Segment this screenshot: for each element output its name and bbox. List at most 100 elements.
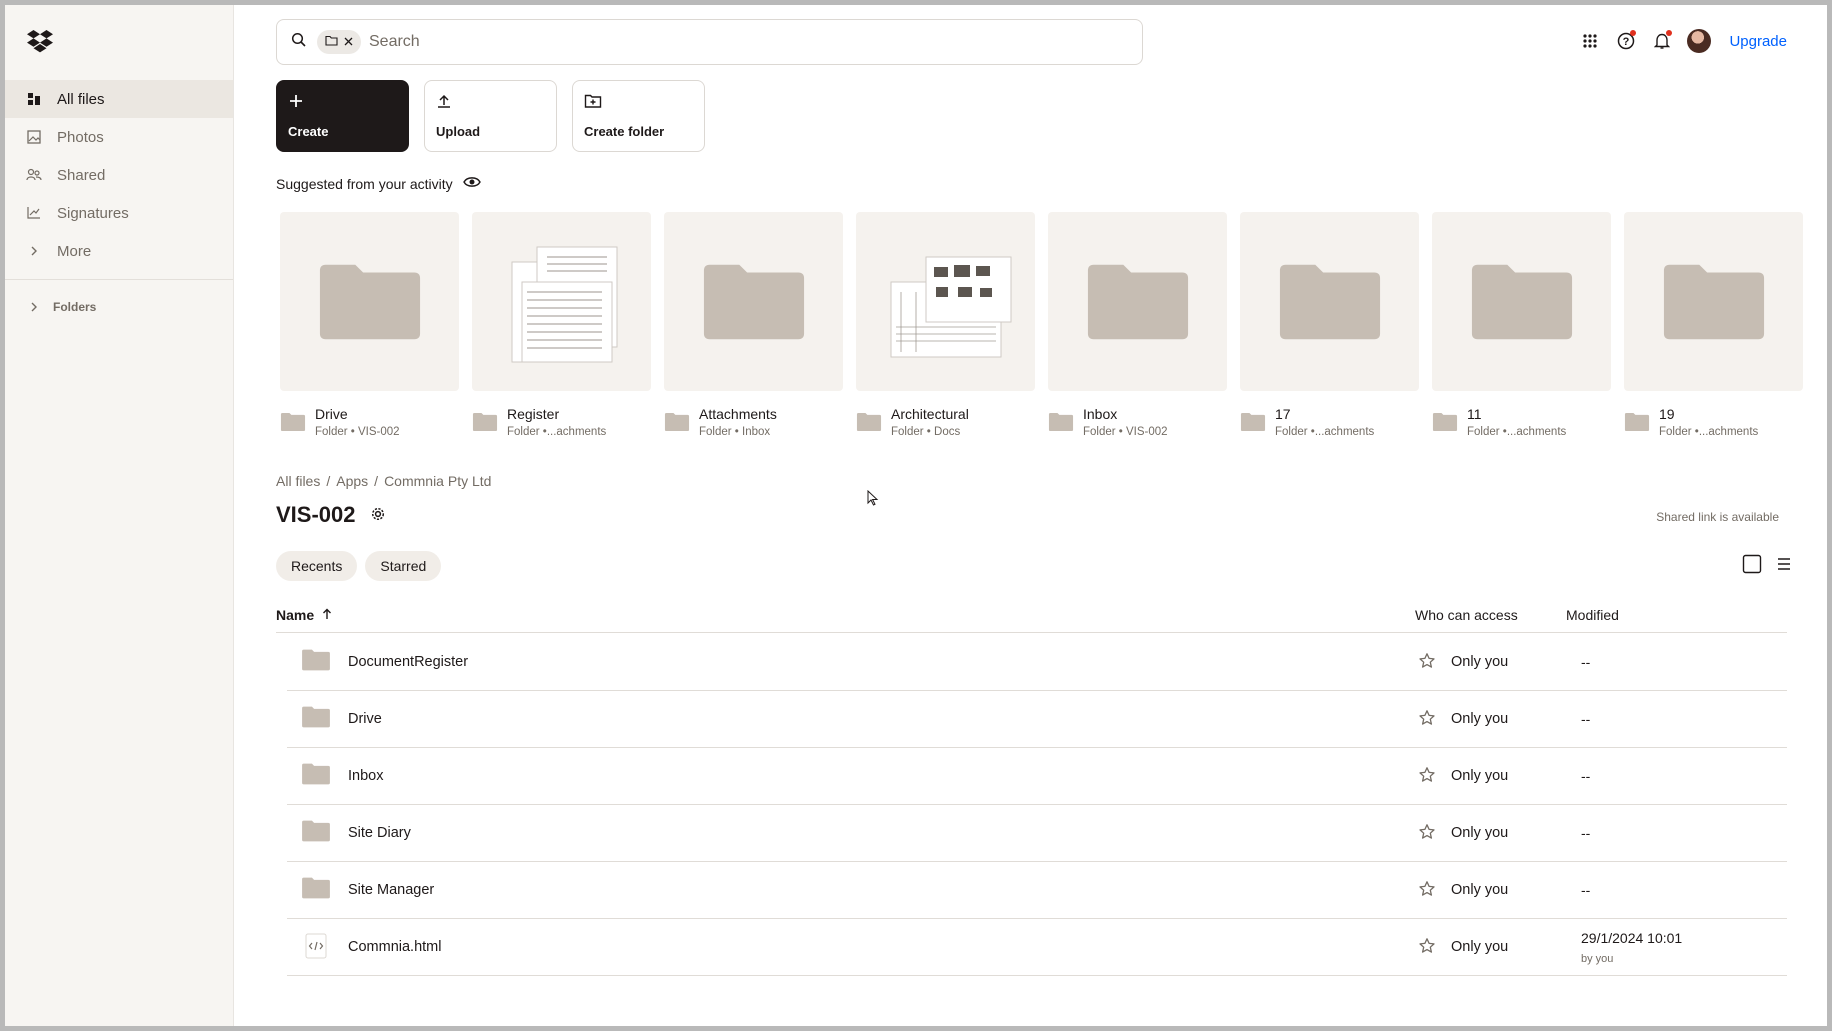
view-toggles — [1742, 554, 1792, 579]
chevron-right-icon — [25, 242, 43, 260]
file-preview-thumbnail — [856, 212, 1035, 391]
suggested-card[interactable]: Architectural Folder • Docs — [856, 212, 1035, 438]
sidebar-item-label: More — [57, 242, 92, 260]
file-name[interactable]: Inbox — [348, 768, 383, 784]
starred-filter[interactable]: Starred — [365, 551, 442, 581]
table-row[interactable]: Commnia.html Only you 29/1/2024 10:01 by… — [287, 919, 1787, 976]
suggested-card[interactable]: 17 Folder •...achments — [1240, 212, 1419, 438]
table-row[interactable]: DocumentRegister Only you -- — [287, 634, 1787, 691]
suggested-card[interactable]: Drive Folder • VIS-002 — [280, 212, 459, 438]
sidebar-item-photos[interactable]: Photos — [5, 118, 233, 156]
star-icon[interactable] — [1418, 709, 1436, 727]
upload-button[interactable]: Upload — [424, 80, 557, 152]
eye-icon[interactable] — [462, 175, 481, 192]
folder-thumbnail — [1624, 212, 1803, 391]
suggested-section-title: Suggested from your activity — [276, 175, 481, 192]
file-name[interactable]: Site Manager — [348, 882, 434, 898]
folder-icon — [325, 33, 338, 51]
file-name[interactable]: Site Diary — [348, 825, 411, 841]
breadcrumb-item[interactable]: Commnia Pty Ltd — [384, 473, 491, 489]
suggested-card[interactable]: Attachments Folder • Inbox — [664, 212, 843, 438]
card-location: Folder • VIS-002 — [315, 426, 400, 438]
sidebar: All files Photos Shared Signatures More … — [5, 5, 234, 1026]
name-column-header[interactable]: Name — [276, 607, 332, 623]
upgrade-link[interactable]: Upgrade — [1729, 33, 1787, 50]
sidebar-item-label: Shared — [57, 166, 106, 184]
star-icon[interactable] — [1418, 823, 1436, 841]
filter-pills: Recents Starred — [276, 551, 442, 581]
suggested-card[interactable]: 11 Folder •...achments — [1432, 212, 1611, 438]
card-meta: 19 Folder •...achments — [1624, 406, 1803, 438]
table-header: Name Who can access Modified — [276, 601, 1787, 633]
card-location: Folder •...achments — [1275, 426, 1375, 438]
sidebar-item-signatures[interactable]: Signatures — [5, 194, 233, 232]
sidebar-item-label: Signatures — [57, 204, 129, 222]
avatar[interactable] — [1687, 29, 1712, 53]
file-name[interactable]: Commnia.html — [348, 939, 441, 955]
file-name[interactable]: Drive — [348, 711, 382, 727]
sidebar-item-all-files[interactable]: All files — [5, 80, 233, 118]
breadcrumb-separator: / — [374, 473, 379, 489]
shared-link-status[interactable]: Shared link is available — [1656, 510, 1779, 524]
folders-label: Folders — [53, 300, 97, 314]
star-icon[interactable] — [1418, 652, 1436, 670]
access-column-header[interactable]: Who can access — [1415, 607, 1518, 623]
access-level: Only you — [1451, 768, 1509, 784]
access-level: Only you — [1451, 711, 1509, 727]
header-toolbar: ? Upgrade — [1579, 29, 1787, 53]
card-meta: 11 Folder •...achments — [1432, 406, 1611, 438]
star-icon[interactable] — [1418, 766, 1436, 784]
recents-filter[interactable]: Recents — [276, 551, 358, 581]
app-grid-icon[interactable] — [1579, 30, 1601, 52]
folder-icon — [1432, 412, 1458, 432]
search-bar[interactable] — [276, 19, 1143, 65]
folder-plus-icon — [584, 93, 693, 114]
folder-icon — [301, 705, 331, 731]
help-icon[interactable]: ? — [1615, 30, 1637, 52]
signatures-icon — [25, 204, 43, 222]
sidebar-item-shared[interactable]: Shared — [5, 156, 233, 194]
suggested-card[interactable]: Register Folder •...achments — [472, 212, 651, 438]
sort-ascending-icon — [322, 607, 332, 623]
create-folder-button[interactable]: Create folder — [572, 80, 705, 152]
folder-thumbnail — [1048, 212, 1227, 391]
shared-icon — [25, 166, 43, 184]
search-input[interactable] — [369, 33, 969, 51]
app-window: All files Photos Shared Signatures More … — [5, 5, 1827, 1026]
table-row[interactable]: Site Manager Only you -- — [287, 862, 1787, 919]
star-icon[interactable] — [1418, 937, 1436, 955]
select-all-checkbox-icon[interactable] — [1742, 554, 1762, 579]
folder-thumbnail — [664, 212, 843, 391]
suggested-title-text: Suggested from your activity — [276, 175, 453, 192]
chevron-right-icon — [25, 301, 43, 313]
card-location: Folder • Inbox — [699, 426, 771, 438]
bell-icon[interactable] — [1651, 30, 1673, 52]
file-name[interactable]: DocumentRegister — [348, 654, 468, 670]
star-icon[interactable] — [1418, 880, 1436, 898]
folder-icon — [280, 412, 306, 432]
card-location: Folder • VIS-002 — [1083, 426, 1168, 438]
dropbox-logo-icon[interactable] — [27, 29, 57, 57]
modified-column-header[interactable]: Modified — [1566, 607, 1619, 623]
table-row[interactable]: Inbox Only you -- — [287, 748, 1787, 805]
breadcrumb: All files / Apps / Commnia Pty Ltd — [276, 473, 491, 489]
breadcrumb-item[interactable]: Apps — [336, 473, 368, 489]
suggested-card[interactable]: Inbox Folder • VIS-002 — [1048, 212, 1227, 438]
close-icon[interactable] — [344, 33, 353, 51]
table-row[interactable]: Drive Only you -- — [287, 691, 1787, 748]
name-header-label: Name — [276, 607, 315, 623]
sidebar-item-more[interactable]: More — [5, 232, 233, 270]
card-location: Folder •...achments — [507, 426, 607, 438]
create-button[interactable]: Create — [276, 80, 409, 152]
sidebar-folders-toggle[interactable]: Folders — [5, 288, 233, 326]
access-level: Only you — [1451, 654, 1509, 670]
list-view-icon[interactable] — [1776, 557, 1792, 576]
folder-thumbnail — [1432, 212, 1611, 391]
gear-icon[interactable] — [370, 502, 386, 528]
folder-icon — [301, 762, 331, 788]
suggested-card[interactable]: 19 Folder •...achments — [1624, 212, 1803, 438]
search-scope-chip[interactable] — [317, 30, 361, 54]
table-row[interactable]: Site Diary Only you -- — [287, 805, 1787, 862]
card-meta: 17 Folder •...achments — [1240, 406, 1419, 438]
breadcrumb-item[interactable]: All files — [276, 473, 320, 489]
